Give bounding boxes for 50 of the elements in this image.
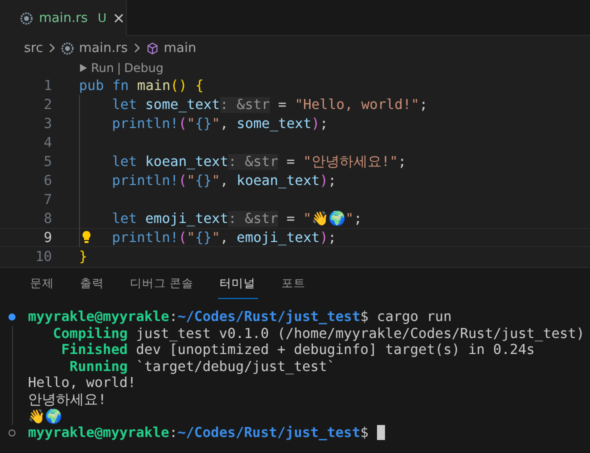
line-number: 9	[42, 230, 52, 246]
terminal-text: 안녕하세요!	[28, 390, 106, 408]
panel-tab[interactable]: 출력	[78, 268, 106, 299]
tab-label: main.rs	[39, 10, 88, 26]
code-text: pub fn main() {	[79, 78, 204, 94]
gear-icon	[20, 12, 33, 24]
terminal-text: myyrakle@myyrakle:~/Codes/Rust/just_test$	[28, 424, 370, 441]
play-icon	[79, 62, 88, 72]
code-text: println!("{}", emoji_text);	[112, 230, 336, 246]
debug-link[interactable]: Debug	[124, 60, 164, 74]
separator: |	[117, 60, 122, 74]
chevron-icon	[48, 43, 56, 53]
chevron-icon	[132, 43, 141, 53]
line-number: 7	[42, 192, 52, 208]
status-dot[interactable]	[8, 313, 16, 322]
line-number: 3	[42, 116, 52, 132]
line-number: 10	[34, 248, 52, 264]
line-number: 6	[42, 172, 52, 188]
code-text: let koean_text: &str = "안녕하세요!";	[112, 152, 406, 170]
panel-tab[interactable]: 디버그 콘솔	[128, 268, 196, 299]
panel-tab[interactable]: 포트	[280, 268, 308, 299]
close-icon[interactable]: ×	[112, 9, 126, 27]
code-text: println!("{}", some_text);	[112, 116, 328, 132]
code-text: }	[79, 248, 88, 264]
panel-tab[interactable]: 터미널	[218, 268, 258, 299]
line-number: 4	[42, 134, 52, 150]
terminal-text: 👋🌍	[28, 408, 62, 425]
breadcrumb-item[interactable]: main.rs	[78, 40, 128, 56]
line-number: 2	[42, 96, 52, 112]
line-number: 5	[42, 154, 52, 170]
breadcrumb-item[interactable]: src	[24, 40, 43, 56]
terminal-text: myyrakle@myyrakle:~/Codes/Rust/just_test$ cargo run	[28, 309, 452, 326]
terminal-text: Finished dev [unoptimized + debuginfo] target(s) in 0.24s	[60, 342, 535, 358]
code-text: let emoji_text: &str = "👋🌍";	[112, 210, 362, 227]
line-number: 8	[42, 210, 52, 226]
lightbulb-icon[interactable]	[81, 230, 92, 244]
code-text: let some_text: &str = "Hello, world!";	[112, 96, 428, 112]
editor-tab[interactable]: main.rs U ×	[0, 0, 127, 36]
gear-icon	[60, 42, 74, 54]
breadcrumb-item[interactable]: main	[164, 40, 196, 56]
terminal-text: Running `target/debug/just_test`	[68, 358, 336, 375]
cube-icon	[146, 42, 159, 54]
terminal-text: Compiling just_test v0.1.0 (/home/myyrakle/Codes/Rust/just_test)	[52, 326, 585, 342]
git-status: U	[98, 11, 107, 25]
run-link[interactable]: Run	[91, 60, 114, 74]
status-dot[interactable]	[8, 428, 16, 437]
code-text: println!("{}", koean_text);	[112, 172, 336, 188]
terminal-text: Hello, world!	[28, 375, 136, 392]
panel-tab[interactable]: 문제	[28, 268, 56, 299]
line-number: 1	[42, 78, 52, 94]
